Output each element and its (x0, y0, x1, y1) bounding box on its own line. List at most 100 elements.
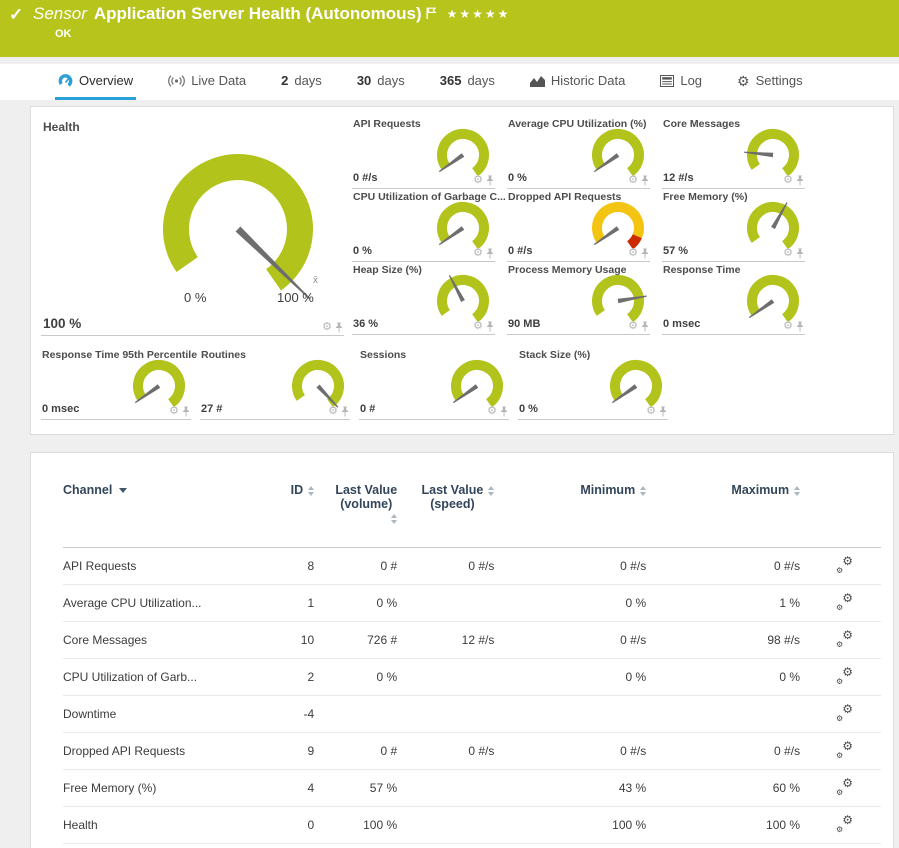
gauge-value: 0 #/s (353, 172, 377, 184)
tab-live-data[interactable]: Live Data (165, 64, 249, 100)
tab-settings[interactable]: ⚙ Settings (734, 64, 806, 100)
column-header-minimum[interactable]: Minimum (502, 471, 654, 548)
gear-icon[interactable]: ⚙ (169, 406, 179, 417)
column-header-channel[interactable]: Channel (63, 471, 261, 548)
gear-icon[interactable]: ⚙ (783, 248, 793, 259)
channel-link[interactable]: CPU Utilization of Garb... (63, 670, 197, 684)
cell-value (405, 770, 502, 807)
column-header-last-value-speed[interactable]: Last Value (speed) (405, 471, 502, 548)
tab-2-days[interactable]: 2days (278, 64, 325, 100)
flag-icon[interactable] (426, 5, 437, 25)
channel-table-head: ChannelID Last Value (volume) Last Value (… (63, 471, 881, 548)
gauge-scale-min: 0 % (184, 290, 206, 305)
cell-value: 7 (261, 844, 322, 848)
tab-overview[interactable]: Overview (55, 64, 136, 100)
cell-value: 100 % (654, 807, 808, 844)
pin-icon[interactable] (341, 406, 349, 417)
gauge-cell-actions: ⚙ (646, 406, 667, 417)
gauge-label: Free Memory (%) (663, 191, 748, 203)
content-area: Health0 %100 %x̄100 %⚙ API Requests0 #/s… (0, 100, 899, 848)
pin-icon[interactable] (659, 406, 667, 417)
channel-link[interactable]: Downtime (63, 707, 116, 721)
gauge-scale-max: 100 % (277, 290, 314, 305)
cell-value (405, 844, 502, 848)
channel-settings-icon[interactable]: ⚙⚙ (836, 557, 853, 572)
gauge-label: Heap Size (%) (353, 264, 422, 276)
pin-icon[interactable] (486, 321, 494, 332)
priority-stars[interactable]: ★★★★★ (447, 7, 511, 21)
gauge-value: 0 #/s (508, 245, 532, 257)
tab-label: days (467, 73, 494, 88)
column-header-last-value-volume[interactable]: Last Value (volume) (322, 471, 405, 548)
cell-actions: ⚙⚙ (808, 733, 881, 770)
column-header-maximum[interactable]: Maximum (654, 471, 808, 548)
channel-settings-icon[interactable]: ⚙⚙ (836, 705, 853, 720)
cell-value: -4 (261, 696, 322, 733)
gear-icon[interactable]: ⚙ (783, 321, 793, 332)
channel-link[interactable]: Dropped API Requests (63, 744, 185, 758)
gauge-cell-actions: ⚙ (322, 322, 343, 333)
tab-365-days[interactable]: 365days (437, 64, 498, 100)
channel-settings-icon[interactable]: ⚙⚙ (836, 779, 853, 794)
channel-link[interactable]: Health (63, 818, 98, 832)
cell-value: 81 % (654, 844, 808, 848)
channel-link[interactable]: Average CPU Utilization... (63, 596, 202, 610)
gear-icon[interactable]: ⚙ (322, 322, 332, 333)
tab-30-days[interactable]: 30days (354, 64, 408, 100)
gauge-cell-actions: ⚙ (628, 248, 649, 259)
pin-icon[interactable] (641, 248, 649, 259)
pin-icon[interactable] (641, 321, 649, 332)
pin-icon[interactable] (486, 175, 494, 186)
gear-icon[interactable]: ⚙ (473, 175, 483, 186)
gear-icon[interactable]: ⚙ (628, 175, 638, 186)
gauge-dial[interactable] (138, 141, 338, 311)
gauge-cell-actions: ⚙ (487, 406, 508, 417)
tab-historic-data[interactable]: Historic Data (527, 64, 628, 100)
gear-icon[interactable]: ⚙ (473, 248, 483, 259)
channel-settings-icon[interactable]: ⚙⚙ (836, 594, 853, 609)
tab-label: Settings (756, 73, 803, 88)
pin-icon[interactable] (486, 248, 494, 259)
column-header-id[interactable]: ID (261, 471, 322, 548)
pin-icon[interactable] (641, 175, 649, 186)
gauge-cell-api-requests: API Requests0 #/s⚙ (352, 117, 495, 189)
pin-icon[interactable] (500, 406, 508, 417)
gear-icon: ⚙ (737, 74, 750, 88)
channel-table: ChannelID Last Value (volume) Last Value (… (63, 471, 881, 848)
channel-link[interactable]: Free Memory (%) (63, 781, 156, 795)
gear-icon[interactable]: ⚙ (783, 175, 793, 186)
gear-icon[interactable]: ⚙ (473, 321, 483, 332)
cell-actions: ⚙⚙ (808, 770, 881, 807)
channel-settings-icon[interactable]: ⚙⚙ (836, 631, 853, 646)
gear-icon[interactable]: ⚙ (328, 406, 338, 417)
channel-settings-icon[interactable]: ⚙⚙ (836, 742, 853, 757)
gauge-cell-actions: ⚙ (628, 175, 649, 186)
pin-icon[interactable] (182, 406, 190, 417)
sensor-type-label: Sensor (33, 4, 87, 24)
column-label: Minimum (580, 483, 635, 497)
channel-link[interactable]: Core Messages (63, 633, 147, 647)
cell-value: 10 (261, 622, 322, 659)
channel-settings-icon[interactable]: ⚙⚙ (836, 668, 853, 683)
table-row-core-messages: Core Messages10726 #12 #/s0 #/s98 #/s⚙⚙ (63, 622, 881, 659)
sort-icon (794, 486, 800, 496)
column-label: Last Value (volume) (335, 483, 397, 511)
pin-icon[interactable] (335, 322, 343, 333)
gear-icon[interactable]: ⚙ (487, 406, 497, 417)
cell-actions: ⚙⚙ (808, 585, 881, 622)
gauge-cell-free-memory: Free Memory (%)57 %⚙ (662, 190, 805, 262)
pin-icon[interactable] (796, 321, 804, 332)
pin-icon[interactable] (796, 175, 804, 186)
tab-label: days (377, 73, 404, 88)
tab-log[interactable]: Log (657, 64, 705, 100)
gear-icon[interactable]: ⚙ (628, 321, 638, 332)
gauge-value: 0 msec (663, 318, 700, 330)
gear-icon[interactable]: ⚙ (646, 406, 656, 417)
channel-settings-icon[interactable]: ⚙⚙ (836, 816, 853, 831)
gauges-card: Health0 %100 %x̄100 %⚙ API Requests0 #/s… (30, 106, 894, 435)
cell-actions: ⚙⚙ (808, 696, 881, 733)
pin-icon[interactable] (796, 248, 804, 259)
channel-link[interactable]: API Requests (63, 559, 136, 573)
gauge-cell-actions: ⚙ (783, 175, 804, 186)
gear-icon[interactable]: ⚙ (628, 248, 638, 259)
